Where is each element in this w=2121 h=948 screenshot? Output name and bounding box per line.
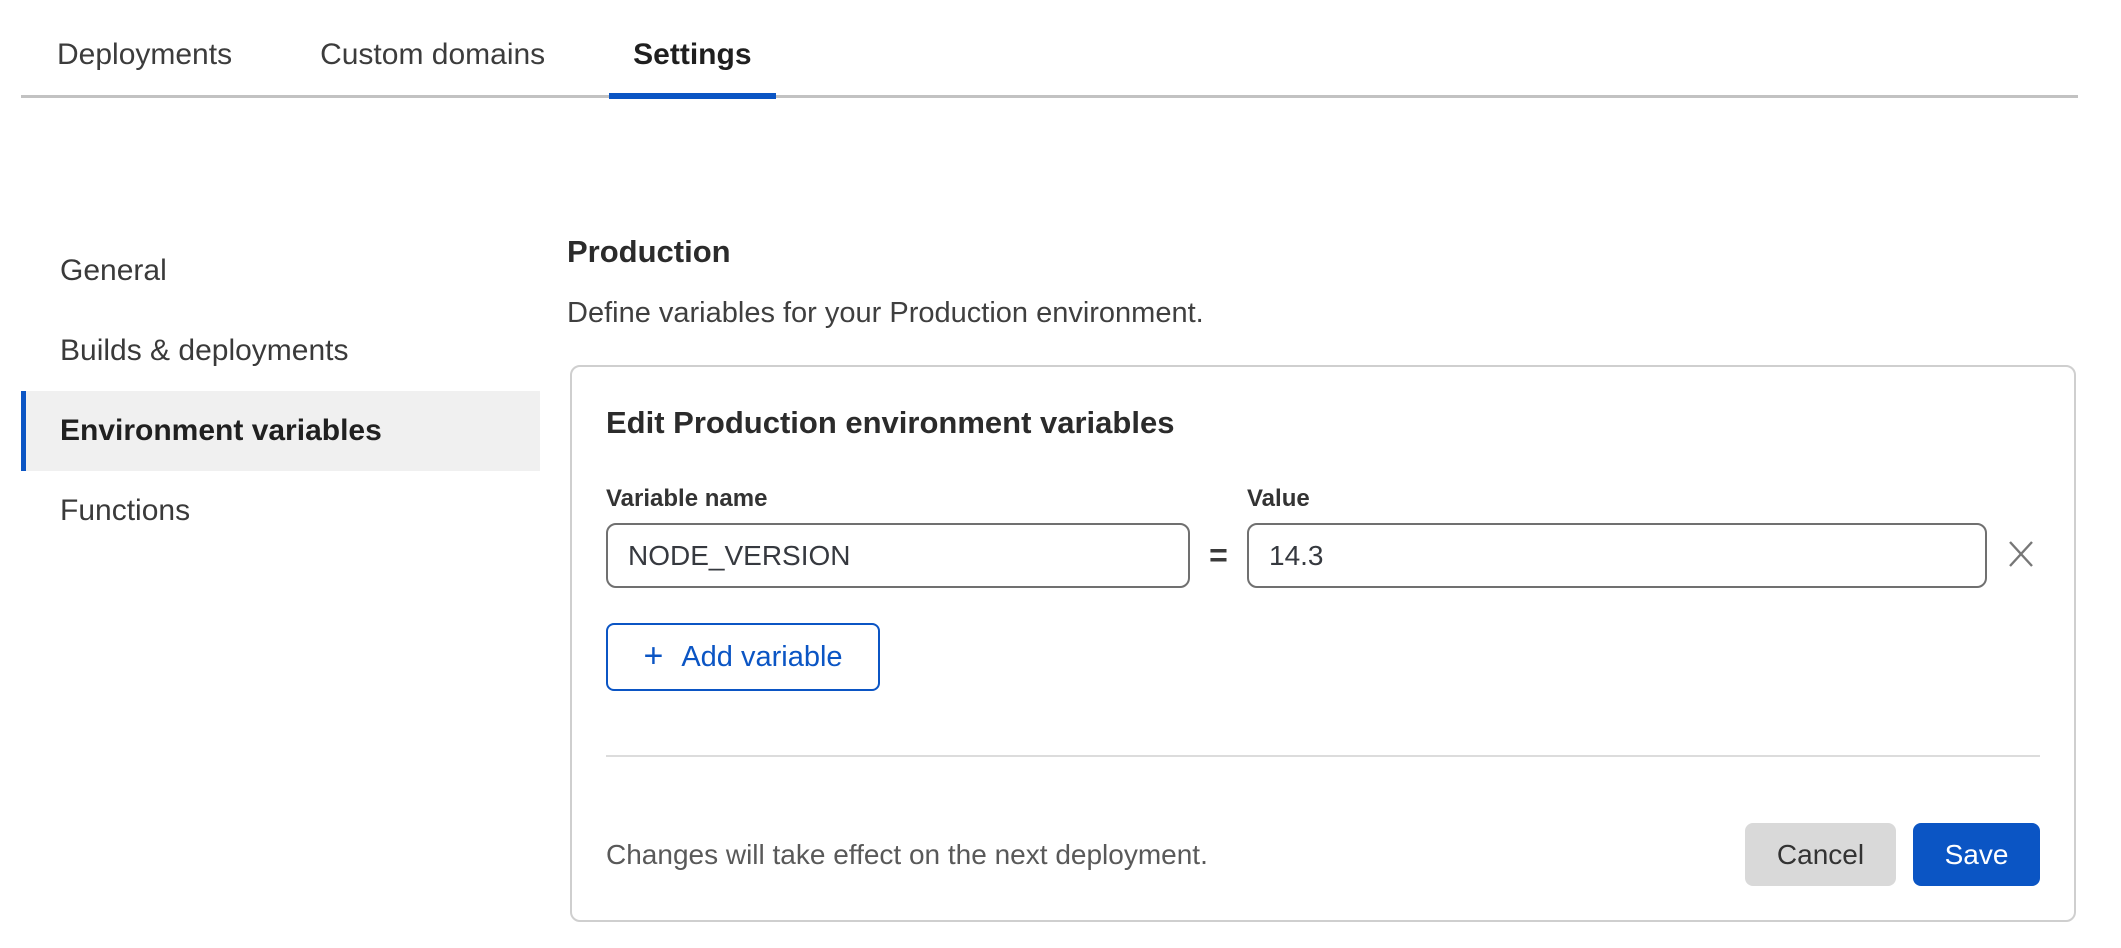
tab-settings[interactable]: Settings [609, 14, 775, 95]
close-icon [2006, 539, 2036, 572]
variable-row: Variable name Value = [606, 485, 2040, 588]
plus-icon: + [643, 639, 663, 673]
variable-name-label: Variable name [606, 485, 1190, 513]
equals-sign: = [1190, 537, 1247, 574]
cancel-button[interactable]: Cancel [1745, 823, 1896, 886]
sidebar-item-general[interactable]: General [21, 231, 540, 311]
card-title: Edit Production environment variables [606, 405, 2040, 441]
sidebar-item-environment-variables[interactable]: Environment variables [21, 391, 540, 471]
tab-bar: Deployments Custom domains Settings [21, 14, 2078, 98]
settings-sidebar: General Builds & deployments Environment… [21, 231, 540, 551]
sidebar-item-functions[interactable]: Functions [21, 471, 540, 551]
save-button[interactable]: Save [1913, 823, 2040, 886]
tab-custom-domains[interactable]: Custom domains [296, 14, 569, 95]
tab-deployments[interactable]: Deployments [33, 14, 256, 95]
value-label: Value [1247, 485, 1987, 513]
remove-variable-button[interactable] [2004, 539, 2038, 573]
card-divider [606, 755, 2040, 757]
section-description: Define variables for your Production env… [567, 297, 1204, 330]
sidebar-item-builds-deployments[interactable]: Builds & deployments [21, 311, 540, 391]
add-variable-label: Add variable [681, 641, 842, 674]
page-title: Production [567, 234, 731, 270]
footer-note: Changes will take effect on the next dep… [606, 839, 1208, 871]
add-variable-button[interactable]: + Add variable [606, 623, 880, 691]
environment-variables-card: Edit Production environment variables Va… [570, 365, 2076, 922]
card-footer: Changes will take effect on the next dep… [606, 823, 2040, 886]
variable-name-input[interactable] [606, 523, 1190, 588]
variable-value-input[interactable] [1247, 523, 1987, 588]
